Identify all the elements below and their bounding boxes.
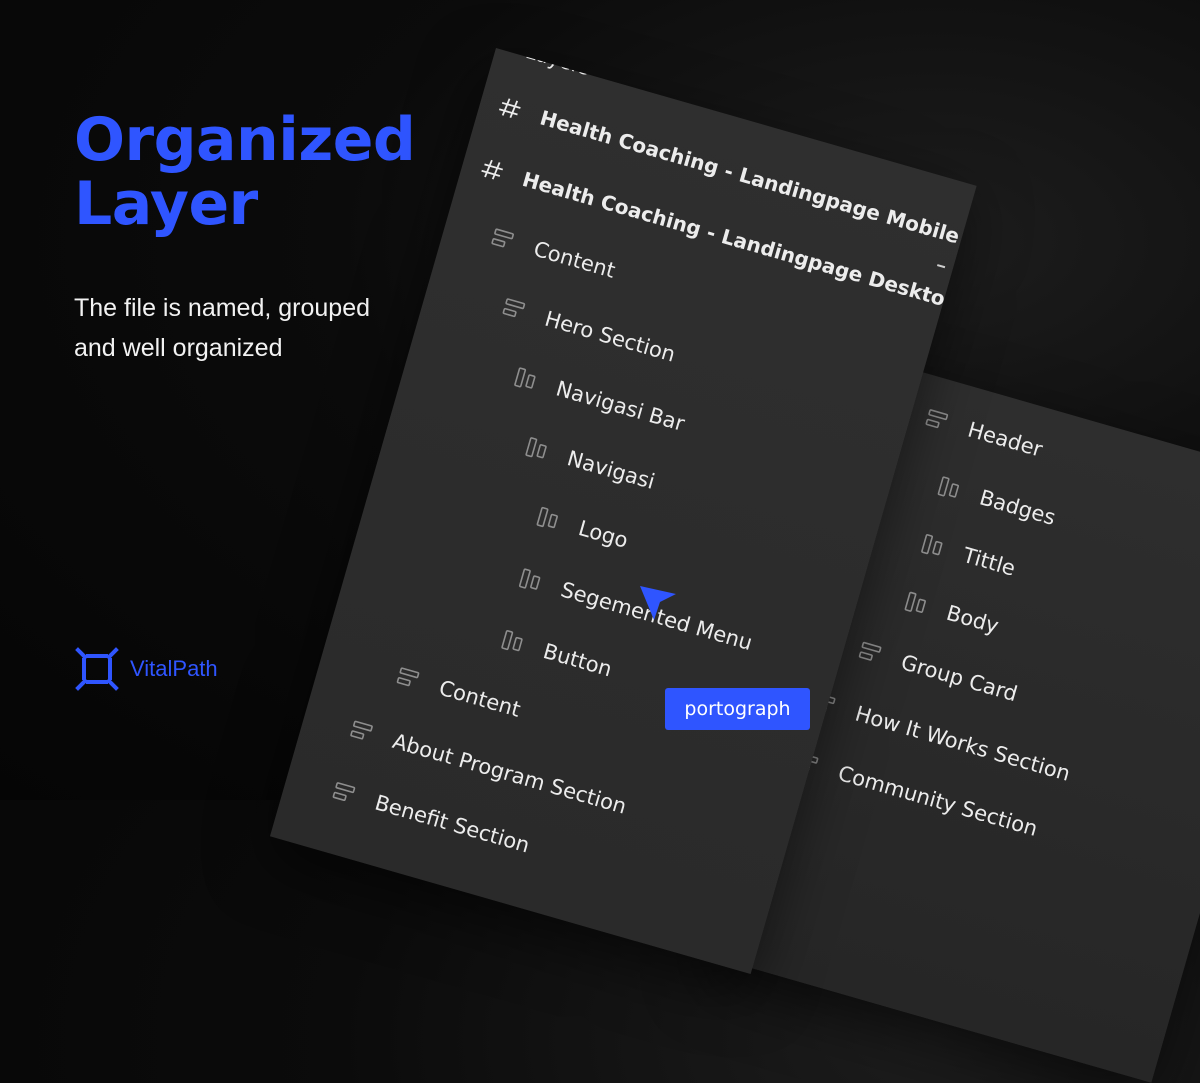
layer-label: Community Section — [835, 761, 1041, 841]
align-left-icon — [491, 228, 514, 248]
layer-label: Body — [943, 600, 1002, 639]
layer-label: Navigasi Bar — [553, 376, 688, 436]
layer-label: Group Card — [898, 650, 1021, 707]
layer-label: Logo — [575, 515, 631, 553]
layer-row-content-2[interactable]: Content — [394, 664, 523, 722]
layer-row-logo[interactable]: Logo — [533, 504, 631, 553]
align-left-icon — [925, 409, 949, 429]
layer-row-button[interactable]: Button — [498, 627, 615, 682]
align-left-icon — [350, 720, 373, 740]
layer-row-group-card[interactable]: Group Card — [856, 638, 1020, 706]
page-subtitle: The file is named, grouped and well orga… — [74, 294, 371, 362]
layer-label: Health Coaching - Landingpage Desktop — [519, 166, 962, 315]
layer-label: Content — [530, 236, 618, 283]
columns-icon — [514, 367, 536, 389]
page-title: Organized Layer — [74, 105, 416, 239]
panel-edge-mark — [936, 264, 946, 269]
layer-label: Header — [965, 417, 1046, 462]
columns-icon — [937, 476, 960, 498]
columns-icon — [525, 437, 547, 459]
columns-icon — [904, 591, 926, 613]
layer-label: Navigasi — [564, 446, 658, 494]
layer-label: Hero Section — [542, 306, 679, 367]
layer-row-navigasi-bar[interactable]: Navigasi Bar — [511, 364, 687, 436]
align-left-icon — [502, 298, 526, 318]
layer-row-tittle[interactable]: Tittle — [918, 531, 1018, 581]
layer-label: Button — [540, 638, 615, 682]
layer-label: Tittle — [960, 543, 1019, 581]
brand: VitalPath — [74, 646, 218, 692]
layer-row-benefit[interactable]: Benefit Section — [330, 778, 533, 858]
layer-row-header[interactable]: Header — [923, 405, 1046, 462]
align-left-icon — [332, 782, 356, 802]
columns-icon — [501, 629, 523, 652]
align-left-icon — [396, 667, 420, 687]
layer-row-badges[interactable]: Badges — [935, 473, 1059, 530]
layer-label: Benefit Section — [372, 790, 533, 858]
cursor-name-tag: portograph — [665, 688, 810, 730]
layer-row-body[interactable]: Body — [901, 589, 1002, 639]
layer-label: Content — [436, 675, 524, 722]
vitalpath-logo-icon — [75, 647, 119, 691]
page-title-line-2: Layer — [74, 169, 258, 239]
align-left-icon — [858, 641, 882, 661]
hash-icon — [481, 159, 504, 180]
columns-icon — [921, 534, 943, 556]
layer-row-hero-section[interactable]: Hero Section — [500, 294, 679, 367]
pointer-cursor-icon — [640, 586, 676, 620]
brand-name: VitalPath — [130, 656, 218, 681]
layer-label: Health Coaching - Landingpage Mobile — [537, 105, 963, 249]
layer-row-content[interactable]: Content — [489, 225, 618, 283]
hash-icon — [498, 98, 521, 118]
columns-icon — [536, 506, 558, 529]
columns-icon — [518, 568, 541, 590]
panel-title: Layers — [523, 48, 594, 81]
page-title-line-1: Organized — [74, 105, 416, 175]
layer-label: Badges — [976, 485, 1059, 530]
layer-row-navigasi[interactable]: Navigasi — [522, 434, 658, 494]
